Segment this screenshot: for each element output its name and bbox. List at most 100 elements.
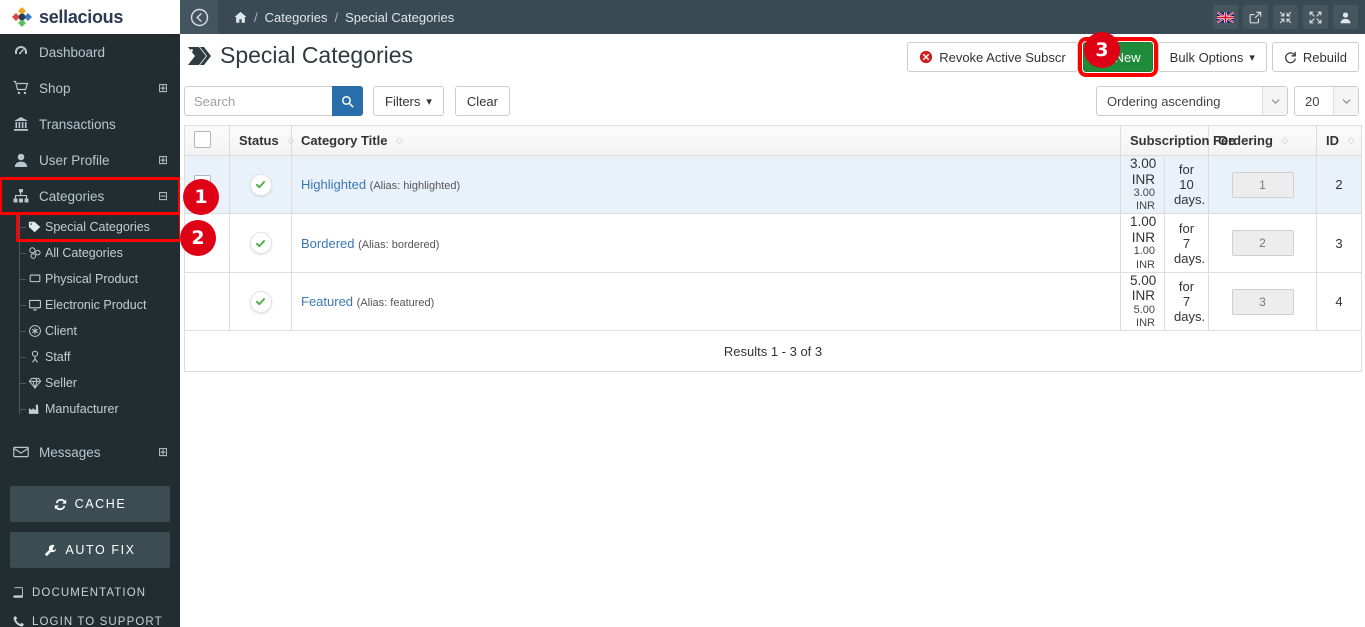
table-results-row: Results 1 - 3 of 3 <box>184 330 1362 373</box>
th-ordering[interactable]: Ordering ◇ <box>1208 125 1317 156</box>
status-badge[interactable] <box>249 290 272 313</box>
sidebar-sub-label: Physical Product <box>45 272 139 286</box>
documentation-link[interactable]: DOCUMENTATION <box>0 578 180 607</box>
sidebar-item-electronic-product[interactable]: Electronic Product <box>18 292 180 318</box>
sidebar-item-manufacturer[interactable]: Manufacturer <box>18 396 180 422</box>
fee-main: 5.00 INR <box>1130 272 1157 304</box>
caret-down-icon: ▾ <box>1249 51 1255 64</box>
ordering-input[interactable]: 1 <box>1231 171 1294 198</box>
rebuild-button[interactable]: Rebuild <box>1271 42 1359 72</box>
login-support-link[interactable]: LOGIN TO SUPPORT <box>0 607 180 627</box>
filters-button[interactable]: Filters ▾ <box>373 86 444 116</box>
expand-icon[interactable] <box>1303 5 1328 29</box>
category-title-link[interactable]: Highlighted <box>301 177 366 192</box>
sidebar-sub-label: Special Categories <box>45 220 150 234</box>
cell-ordering: 2 <box>1208 213 1317 273</box>
cache-button[interactable]: CACHE <box>10 486 170 522</box>
brand-header[interactable]: sellacious <box>0 0 180 34</box>
sidebar-nav: Dashboard Shop ⊞ Transactions User Profi… <box>0 34 180 470</box>
search-input[interactable] <box>184 86 332 116</box>
ordering-input[interactable]: 3 <box>1231 288 1294 315</box>
category-alias: (Alias: bordered) <box>358 238 440 251</box>
auto-fix-button[interactable]: AUTO FIX <box>10 532 170 568</box>
collapse-minus-icon[interactable]: ⊟ <box>158 189 168 203</box>
status-badge[interactable] <box>249 232 272 255</box>
sidebar-action-buttons: CACHE AUTO FIX <box>0 470 180 568</box>
breadcrumb-item-categories[interactable]: Categories <box>265 10 328 25</box>
ordering-input[interactable]: 2 <box>1231 230 1294 257</box>
sidebar-sub-label: Client <box>45 324 77 338</box>
category-title-link[interactable]: Bordered <box>301 236 354 251</box>
ordering-select[interactable]: Ordering ascending <box>1096 86 1288 116</box>
select-all-checkbox[interactable] <box>194 130 211 148</box>
account-icon[interactable] <box>1333 5 1358 29</box>
limit-select[interactable]: 20 <box>1294 86 1359 116</box>
diamond-icon <box>28 376 45 390</box>
th-status[interactable]: Status ◇ <box>229 125 294 156</box>
table-container: Status ◇ Category Title ◇ Subscription F… <box>180 116 1365 373</box>
clear-button[interactable]: Clear <box>454 86 510 116</box>
sidebar-item-transactions[interactable]: Transactions <box>0 106 180 142</box>
category-title-link[interactable]: Featured <box>301 294 353 309</box>
sidebar-item-physical-product[interactable]: Physical Product <box>18 266 180 292</box>
back-button[interactable] <box>180 0 218 34</box>
main-area: / Categories / Special Categories Specia… <box>180 0 1365 627</box>
sidebar-item-user-profile[interactable]: User Profile ⊞ <box>0 142 180 178</box>
cart-icon <box>13 80 33 96</box>
cell-checkbox <box>184 271 230 332</box>
expand-plus-icon[interactable]: ⊞ <box>158 153 168 167</box>
bulk-options-label: Bulk Options <box>1169 49 1244 65</box>
content-area: Special Categories Revoke Active Subscr <box>180 34 1365 627</box>
page-title: Special Categories <box>183 42 413 69</box>
sidebar-item-label: User Profile <box>39 152 110 168</box>
flag-uk-icon[interactable] <box>1213 5 1238 29</box>
sidebar-item-staff[interactable]: Staff <box>18 344 180 370</box>
cell-status <box>229 154 292 215</box>
sidebar-item-shop[interactable]: Shop ⊞ <box>0 70 180 106</box>
laptop-icon <box>28 272 45 286</box>
status-badge[interactable] <box>249 173 272 196</box>
cell-id: 3 <box>1316 213 1362 273</box>
desktop-icon <box>28 298 45 312</box>
sidebar-sub-label: Staff <box>45 350 71 364</box>
cell-fee: 1.00 INR 1.00 INR <box>1120 213 1165 273</box>
compress-icon[interactable] <box>1273 5 1298 29</box>
sidebar-item-special-categories[interactable]: Special Categories <box>16 212 180 242</box>
table-row: Featured (Alias: featured) 5.00 INR 5.00… <box>184 271 1362 332</box>
chevron-down-icon <box>1333 87 1358 115</box>
category-alias: (Alias: highlighted) <box>369 180 461 193</box>
table-header-row: Status ◇ Category Title ◇ Subscription F… <box>184 125 1362 156</box>
search-button[interactable] <box>332 86 363 116</box>
sidebar-item-categories[interactable]: Categories ⊟ <box>0 177 180 215</box>
sidebar-item-messages[interactable]: Messages ⊞ <box>0 434 180 470</box>
sidebar-item-dashboard[interactable]: Dashboard <box>0 34 180 70</box>
sidebar-item-client[interactable]: Client <box>18 318 180 344</box>
breadcrumb-item-special-categories[interactable]: Special Categories <box>345 10 454 25</box>
expand-plus-icon[interactable]: ⊞ <box>158 81 168 95</box>
fee-sub: 1.00 INR <box>1133 245 1155 271</box>
cell-title: Highlighted (Alias: highlighted) <box>291 154 1121 215</box>
sort-icon[interactable]: ◇ <box>396 137 403 146</box>
th-ordering-label: Ordering <box>1218 133 1273 148</box>
table-head: Status ◇ Category Title ◇ Subscription F… <box>184 125 1362 156</box>
th-id[interactable]: ID ◇ <box>1316 125 1362 156</box>
cell-title: Bordered (Alias: bordered) <box>291 213 1121 273</box>
revoke-active-subscription-button[interactable]: Revoke Active Subscr <box>907 42 1078 72</box>
sidebar-item-label: Messages <box>39 444 101 460</box>
bulk-options-button[interactable]: Bulk Options ▾ <box>1157 42 1267 72</box>
sort-icon[interactable]: ◇ <box>287 137 294 146</box>
th-subscription-fee[interactable]: Subscription Fee ◇ <box>1120 125 1251 156</box>
home-icon[interactable] <box>234 11 247 24</box>
sort-icon[interactable]: ◇ <box>1348 137 1355 146</box>
breadcrumb: / Categories / Special Categories <box>218 10 454 25</box>
cell-status <box>229 213 292 273</box>
sort-icon[interactable]: ◇ <box>1282 137 1289 146</box>
sidebar-item-all-categories[interactable]: All Categories <box>18 240 180 266</box>
expand-plus-icon[interactable]: ⊞ <box>158 445 168 459</box>
sidebar-item-seller[interactable]: Seller <box>18 370 180 396</box>
search-group <box>184 86 363 116</box>
external-link-icon[interactable] <box>1243 5 1268 29</box>
sidebar-item-label: Shop <box>39 80 71 96</box>
th-category-title[interactable]: Category Title ◇ <box>291 125 1121 156</box>
industry-icon <box>28 402 45 416</box>
